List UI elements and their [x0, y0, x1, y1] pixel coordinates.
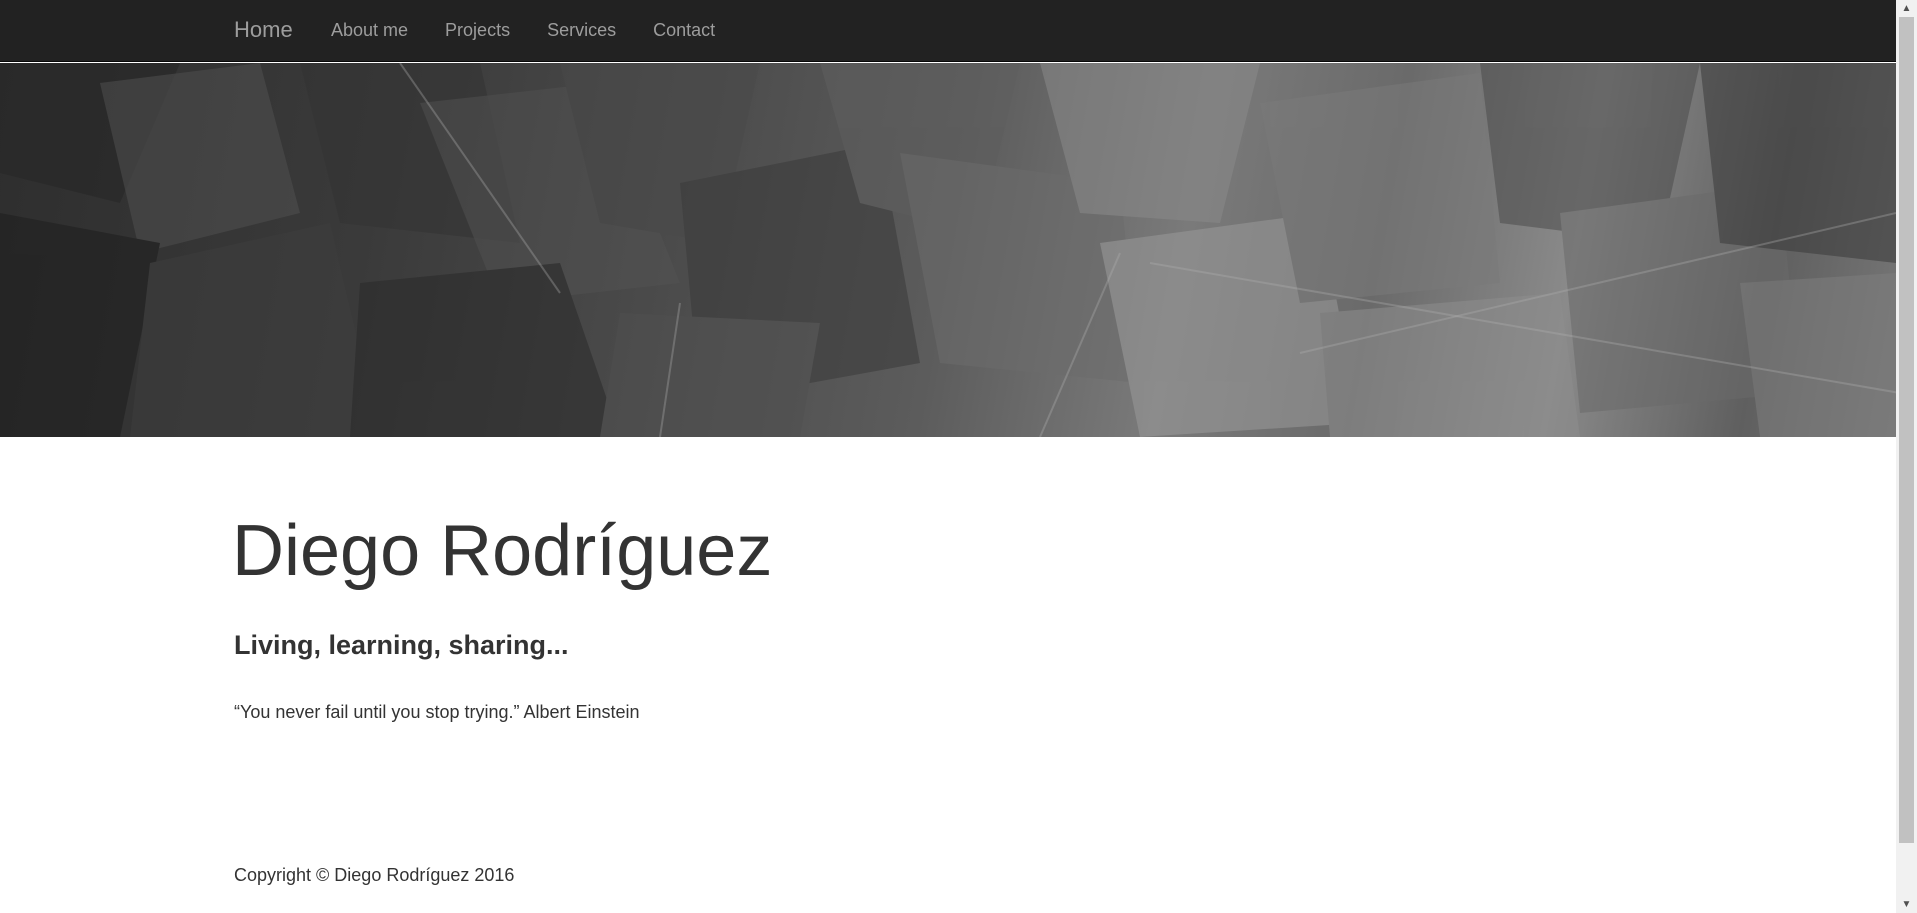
page-subtitle: Living, learning, sharing...: [234, 630, 569, 660]
page-title: Diego Rodríguez: [232, 511, 773, 591]
scrollbar-thumb[interactable]: [1899, 17, 1914, 843]
footer-copyright: Copyright © Diego Rodríguez 2016: [234, 865, 515, 885]
nav-link-services[interactable]: Services: [547, 20, 616, 41]
nav-link-contact[interactable]: Contact: [653, 20, 715, 41]
quote-text: “You never fail until you stop trying.” …: [234, 702, 640, 722]
nav-link-about[interactable]: About me: [331, 20, 408, 41]
navbar: Home About me Projects Services Contact: [0, 0, 1896, 62]
nav-home-link[interactable]: Home: [234, 17, 293, 43]
vertical-scrollbar[interactable]: ▲ ▼: [1896, 0, 1917, 913]
nav-links: About me Projects Services Contact: [331, 20, 752, 41]
hero-polygon-pattern: [0, 63, 1896, 437]
hero-banner-image: [0, 63, 1896, 437]
chevron-down-icon[interactable]: ▼: [1896, 896, 1917, 913]
nav-link-projects[interactable]: Projects: [445, 20, 510, 41]
page: Home About me Projects Services Contact: [0, 0, 1896, 913]
chevron-up-icon[interactable]: ▲: [1896, 0, 1917, 17]
